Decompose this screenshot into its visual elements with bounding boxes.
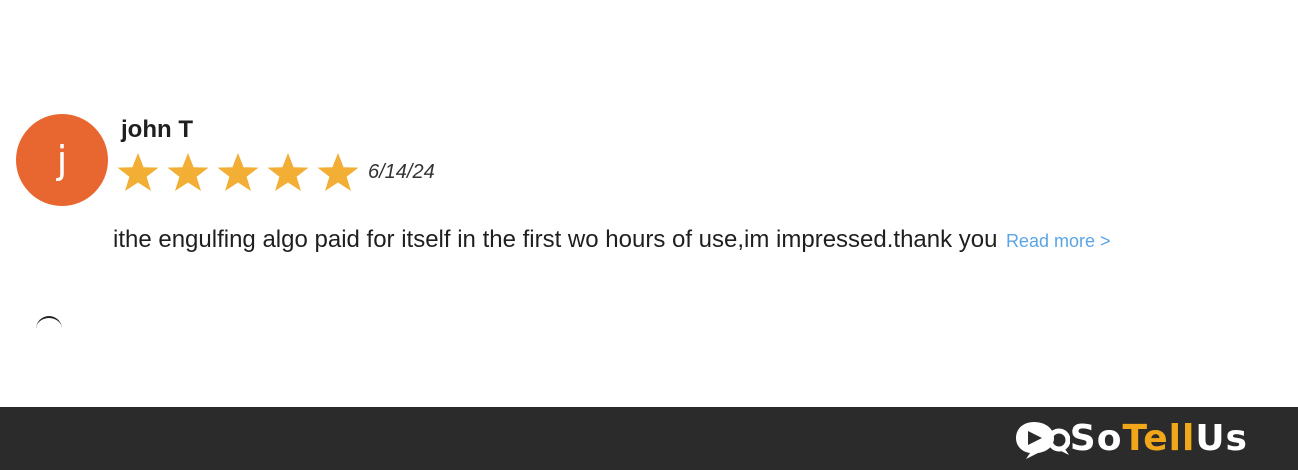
next-review-avatar-peek xyxy=(36,316,62,330)
star-icon xyxy=(117,153,159,191)
review-body: ithe engulfing algo paid for itself in t… xyxy=(113,226,1111,254)
avatar: j xyxy=(16,114,108,206)
star-icon xyxy=(217,153,259,191)
read-more-link[interactable]: Read more > xyxy=(1006,231,1111,251)
brand-text-so: So xyxy=(1069,418,1123,459)
star-icon xyxy=(317,153,359,191)
brand-text-tell: Tell xyxy=(1122,418,1196,459)
review-author: john T xyxy=(121,116,193,143)
sotellus-logo[interactable]: SoTellUs xyxy=(1014,419,1248,459)
brand-text-us: Us xyxy=(1195,418,1248,459)
star-rating xyxy=(113,150,363,194)
footer-bar: SoTellUs xyxy=(0,407,1298,470)
page: j john T 6/14/24 ithe engulfing algo pai… xyxy=(0,0,1298,470)
review-date: 6/14/24 xyxy=(368,161,435,183)
star-icon xyxy=(167,153,209,191)
chat-bubble-icon xyxy=(1015,422,1070,459)
review-text: ithe engulfing algo paid for itself in t… xyxy=(113,226,998,253)
avatar-initial: j xyxy=(56,138,68,182)
star-icon xyxy=(267,153,309,191)
